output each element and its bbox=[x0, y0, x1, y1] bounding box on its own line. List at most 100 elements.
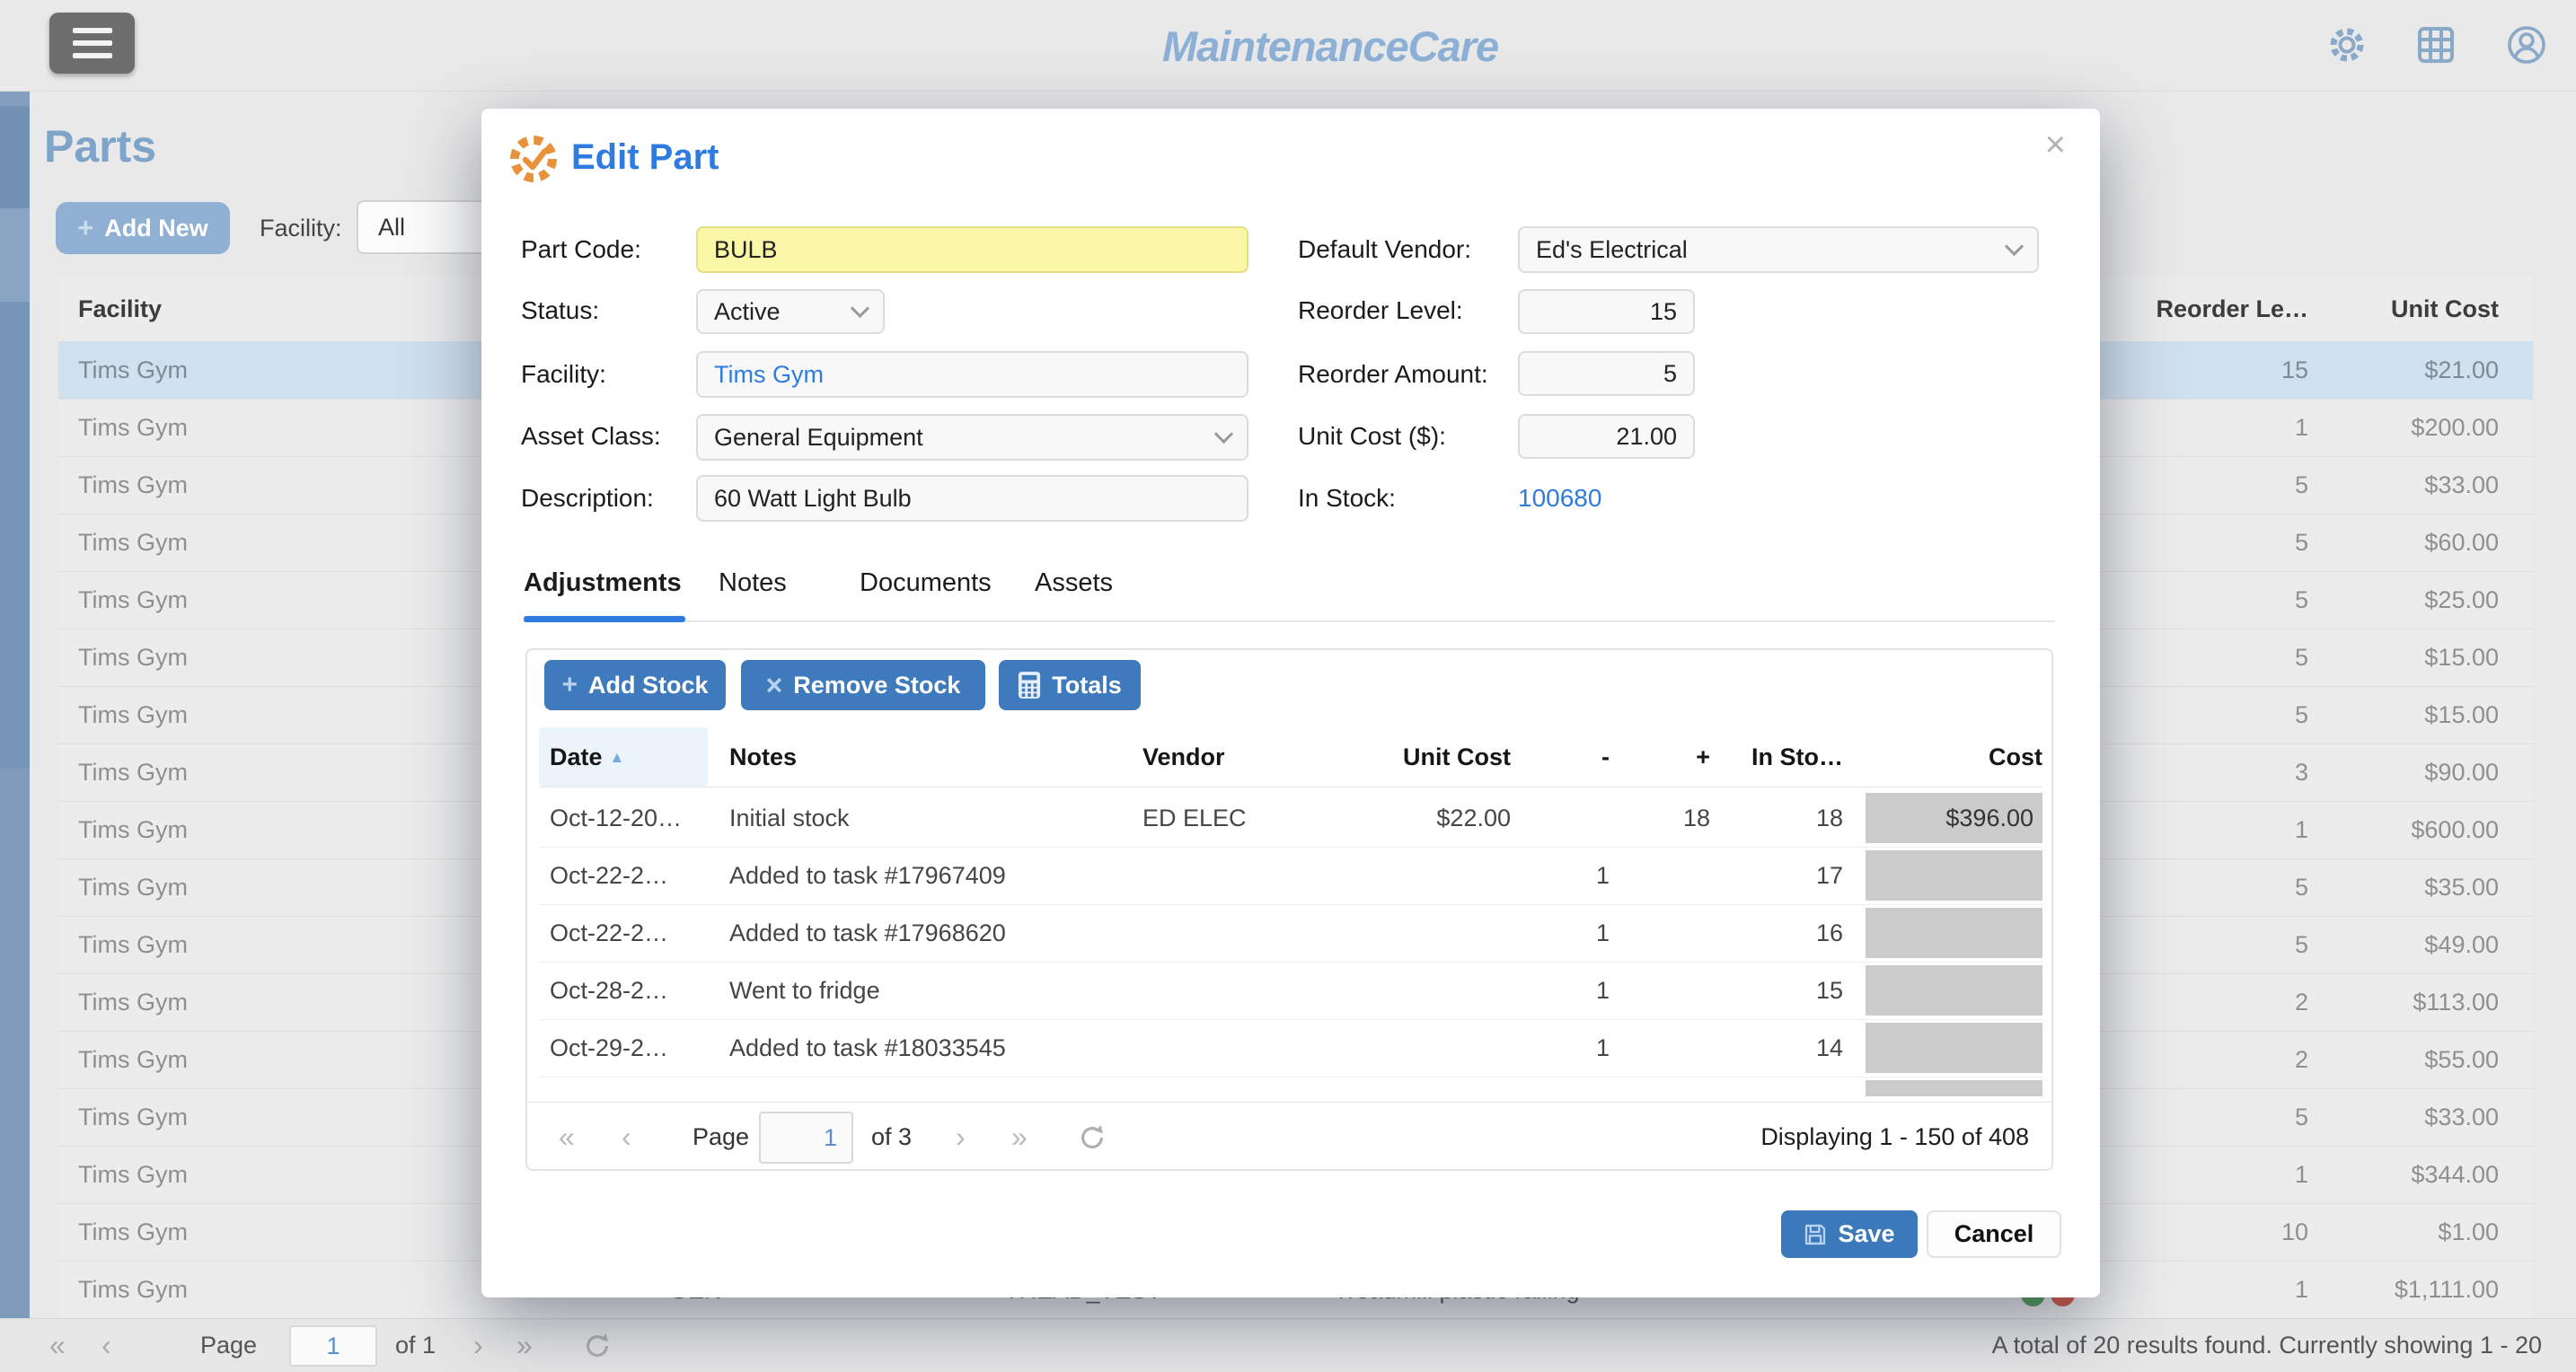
x-icon: × bbox=[766, 669, 783, 702]
save-button[interactable]: Save bbox=[1781, 1210, 1918, 1258]
adjustments-pagination: « ‹ Page of 3 › » Displaying 1 - 150 of … bbox=[527, 1104, 2051, 1171]
page-number-input[interactable] bbox=[289, 1325, 377, 1367]
sidebar-segment bbox=[0, 769, 30, 1372]
cost-cell bbox=[1866, 908, 2042, 958]
page-number-input[interactable] bbox=[759, 1112, 853, 1164]
asset-class-select[interactable]: General Equipment bbox=[696, 414, 1248, 461]
app-logo: MaintenanceCare bbox=[1162, 22, 1498, 71]
cost-cell bbox=[1866, 1023, 2042, 1073]
column-header-facility[interactable]: Facility bbox=[78, 277, 162, 341]
chevron-down-icon bbox=[2005, 236, 2024, 255]
top-bar: MaintenanceCare bbox=[0, 0, 2576, 92]
facility-link[interactable]: Tims Gym bbox=[714, 361, 824, 389]
refresh-icon[interactable] bbox=[1077, 1122, 1107, 1153]
adjustment-row[interactable]: Oct-22-2… Added to task #17967409 1 17 bbox=[527, 847, 2051, 904]
cost-cell bbox=[1866, 965, 2042, 1016]
unit-cost-input[interactable] bbox=[1518, 414, 1695, 459]
collapsed-sidebar[interactable] bbox=[0, 0, 30, 1372]
status-select[interactable]: Active bbox=[696, 289, 885, 334]
facility-field: Tims Gym bbox=[696, 351, 1248, 398]
part-code-input[interactable] bbox=[696, 226, 1248, 273]
part-code-label: Part Code: bbox=[521, 232, 641, 268]
page-pagination-bar: « ‹ Page of 1 › » A total of 20 results … bbox=[0, 1318, 2576, 1372]
results-summary: A total of 20 results found. Currently s… bbox=[1992, 1319, 2542, 1371]
column-header-notes[interactable]: Notes bbox=[729, 727, 1125, 787]
reorder-amount-input[interactable] bbox=[1518, 351, 1695, 396]
refresh-icon[interactable] bbox=[582, 1331, 613, 1361]
totals-button[interactable]: Totals bbox=[999, 660, 1141, 710]
hamburger-icon bbox=[73, 28, 112, 33]
reorder-level-label: Reorder Level: bbox=[1298, 293, 1463, 329]
column-header-unit-cost[interactable]: Unit Cost bbox=[2265, 277, 2499, 341]
edit-part-gear-check-icon bbox=[507, 132, 560, 186]
column-header-cost[interactable]: Cost bbox=[1866, 727, 2042, 787]
close-icon[interactable]: × bbox=[2045, 125, 2066, 165]
reorder-amount-label: Reorder Amount: bbox=[1298, 356, 1488, 392]
default-vendor-select[interactable]: Ed's Electrical bbox=[1518, 226, 2039, 273]
tab-divider bbox=[524, 620, 2055, 622]
page-of-label: of 1 bbox=[395, 1319, 436, 1371]
cost-cell: $396.00 bbox=[1866, 793, 2042, 843]
edit-part-modal: Edit Part × Part Code: Status: Active Fa… bbox=[481, 109, 2100, 1297]
cancel-button[interactable]: Cancel bbox=[1927, 1210, 2061, 1258]
last-page-button[interactable]: » bbox=[1011, 1104, 1028, 1171]
page-label: Page bbox=[693, 1104, 749, 1171]
account-person-icon[interactable] bbox=[2505, 23, 2548, 66]
displaying-summary: Displaying 1 - 150 of 408 bbox=[1760, 1104, 2029, 1171]
sidebar-segment bbox=[0, 208, 30, 302]
column-header-minus[interactable]: - bbox=[1520, 727, 1610, 787]
adjustment-row[interactable]: Oct-12-20… Initial stock ED ELEC $22.00 … bbox=[527, 789, 2051, 847]
in-stock-value-link[interactable]: 100680 bbox=[1518, 480, 1601, 516]
sidebar-segment bbox=[0, 106, 30, 208]
tab-notes[interactable]: Notes bbox=[719, 568, 787, 598]
plus-icon: + bbox=[561, 670, 578, 700]
reorder-level-input[interactable] bbox=[1518, 289, 1695, 334]
add-new-button[interactable]: + Add New bbox=[56, 202, 230, 254]
asset-class-label: Asset Class: bbox=[521, 418, 661, 454]
next-page-button[interactable]: › bbox=[956, 1104, 966, 1171]
add-new-label: Add New bbox=[104, 215, 208, 242]
hamburger-menu-button[interactable] bbox=[49, 13, 135, 74]
tab-documents[interactable]: Documents bbox=[860, 568, 992, 598]
next-page-button[interactable]: › bbox=[473, 1319, 483, 1371]
column-header-date[interactable]: Date▲ bbox=[550, 727, 702, 787]
settings-gear-icon[interactable] bbox=[2325, 23, 2369, 66]
last-page-button[interactable]: » bbox=[516, 1319, 533, 1371]
pagination-divider bbox=[527, 1102, 2051, 1103]
column-header-unit-cost[interactable]: Unit Cost bbox=[1300, 727, 1511, 787]
chevron-down-icon bbox=[1214, 424, 1233, 443]
add-stock-button[interactable]: + Add Stock bbox=[544, 660, 726, 710]
adjustment-row[interactable]: Oct-28-2… Went to fridge 1 15 bbox=[527, 962, 2051, 1019]
column-header-plus[interactable]: + bbox=[1619, 727, 1710, 787]
page-title: Parts bbox=[44, 120, 156, 172]
facility-filter-label: Facility: bbox=[260, 202, 342, 254]
description-label: Description: bbox=[521, 480, 654, 516]
tab-adjustments[interactable]: Adjustments bbox=[524, 568, 682, 598]
save-floppy-icon bbox=[1804, 1223, 1827, 1246]
default-vendor-label: Default Vendor: bbox=[1298, 232, 1471, 268]
first-page-button[interactable]: « bbox=[559, 1104, 575, 1171]
description-input[interactable] bbox=[696, 475, 1248, 522]
adjustments-panel: + Add Stock × Remove Stock Totals Date▲ … bbox=[525, 648, 2053, 1171]
apps-grid-icon[interactable] bbox=[2414, 23, 2457, 66]
remove-stock-button[interactable]: × Remove Stock bbox=[741, 660, 985, 710]
tab-assets[interactable]: Assets bbox=[1035, 568, 1113, 598]
calculator-icon bbox=[1018, 671, 1041, 699]
status-label: Status: bbox=[521, 293, 599, 329]
page-label: Page bbox=[200, 1319, 257, 1371]
adjustment-row[interactable]: Oct-22-2… Added to task #17968620 1 16 bbox=[527, 904, 2051, 962]
column-header-vendor[interactable]: Vendor bbox=[1142, 727, 1295, 787]
column-header-in-stock[interactable]: In Sto… bbox=[1719, 727, 1843, 787]
plus-icon: + bbox=[77, 212, 93, 244]
unit-cost-label: Unit Cost ($): bbox=[1298, 418, 1446, 454]
adjustments-table-header: Date▲ Notes Vendor Unit Cost - + In Sto…… bbox=[527, 727, 2051, 787]
partial-cost-cell bbox=[1866, 1080, 2042, 1096]
first-page-button[interactable]: « bbox=[49, 1319, 66, 1371]
prev-page-button[interactable]: ‹ bbox=[622, 1104, 631, 1171]
prev-page-button[interactable]: ‹ bbox=[101, 1319, 111, 1371]
adjustment-row[interactable]: Oct-29-2… Added to task #18033545 1 14 bbox=[527, 1019, 2051, 1077]
facility-label: Facility: bbox=[521, 356, 606, 392]
in-stock-label: In Stock: bbox=[1298, 480, 1396, 516]
chevron-down-icon bbox=[851, 298, 869, 317]
sidebar-segment bbox=[0, 302, 30, 769]
